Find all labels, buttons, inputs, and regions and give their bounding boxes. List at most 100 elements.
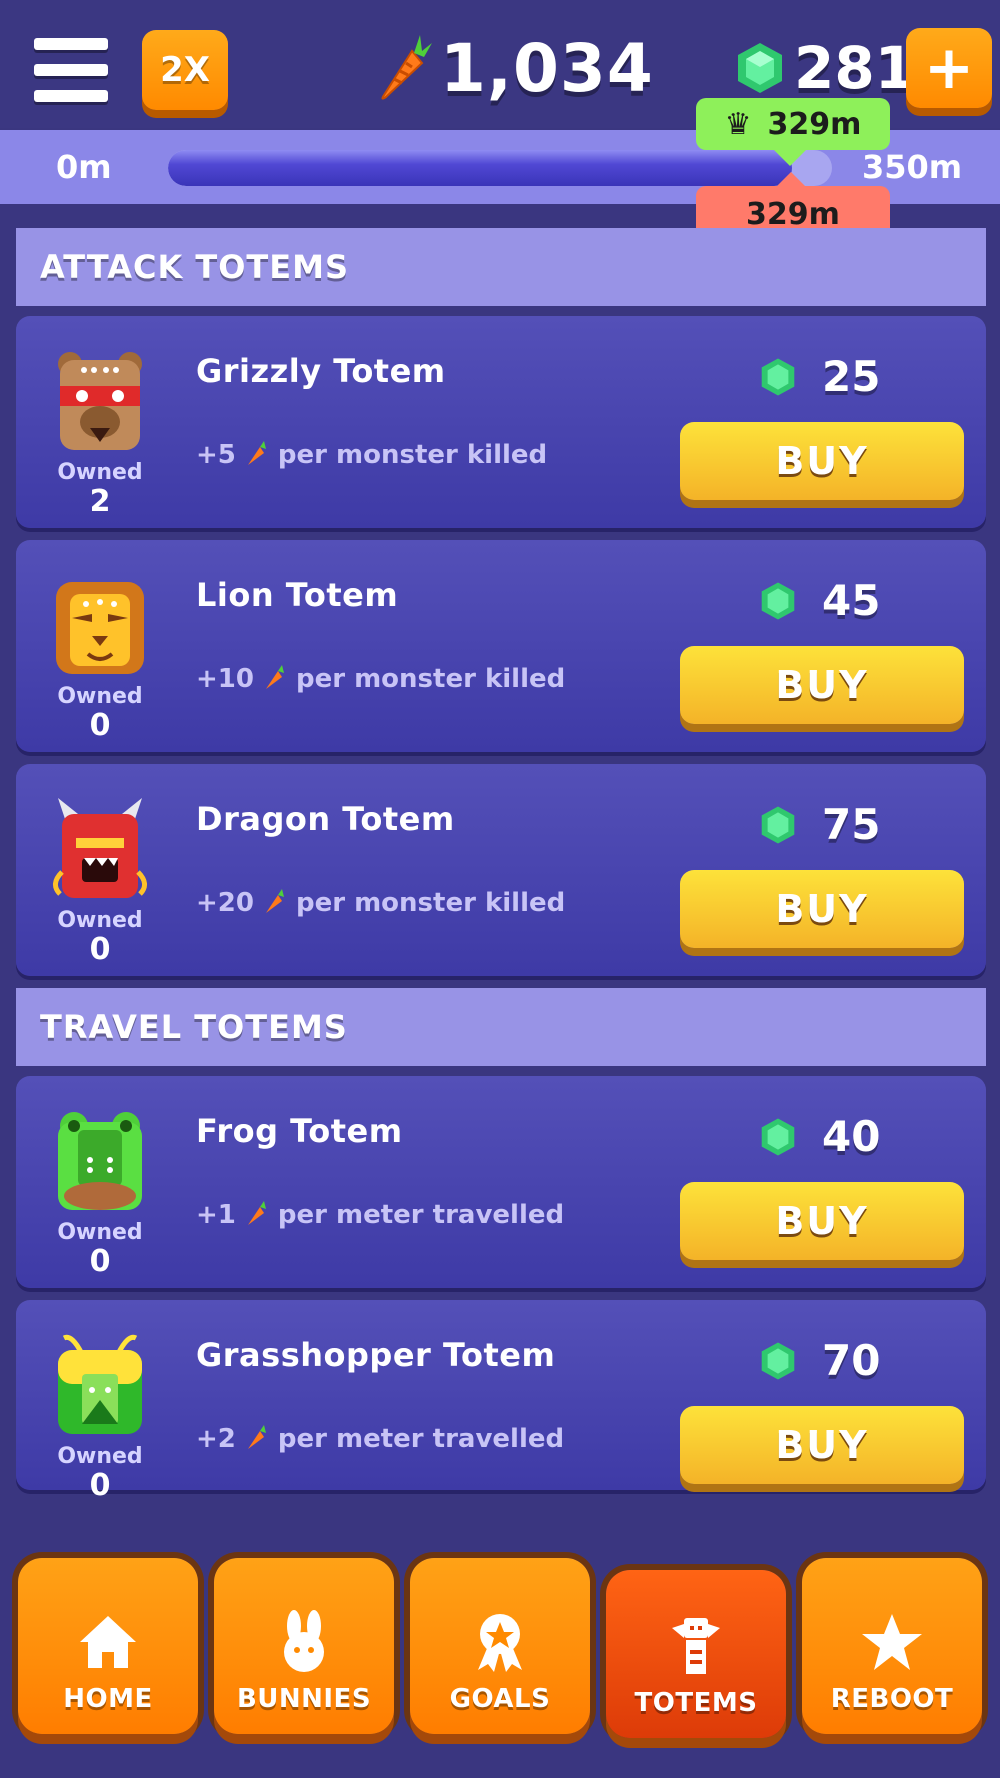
nav-label: GOALS [449, 1684, 551, 1714]
owned-count: 0 [89, 708, 111, 743]
travel-totems-header: TRAVEL TOTEMS [16, 988, 986, 1066]
buy-button-dragon[interactable]: BUY [680, 870, 964, 948]
nav-label: HOME [63, 1684, 153, 1714]
price: 70 [760, 1336, 880, 1385]
totem-name: Grizzly Totem [196, 352, 446, 390]
add-gems-button[interactable]: + [906, 28, 992, 108]
lion-totem-icon [56, 582, 144, 674]
nav-bunnies[interactable]: BUNNIES [214, 1558, 394, 1734]
dragon-totem-icon [53, 798, 147, 898]
multiplier-button[interactable]: 2X [142, 30, 228, 110]
totem-card-lion: Owned 0 Lion Totem +10 per monster kille… [16, 540, 986, 752]
nav-label: TOTEMS [634, 1688, 758, 1718]
price-value: 45 [822, 576, 881, 625]
carrot-icon [265, 889, 284, 913]
bonus-text: per monster killed [277, 440, 548, 470]
price: 40 [760, 1112, 880, 1161]
frog-totem-icon [58, 1112, 142, 1210]
bonus-text: per meter travelled [277, 1200, 565, 1230]
totem-description: +20 per monster killed [196, 888, 565, 918]
owned-label: Owned [57, 908, 143, 933]
carrot-counter: 1,034 [372, 28, 654, 108]
carrot-count: 1,034 [440, 29, 654, 107]
nav-label: REBOOT [830, 1684, 954, 1714]
totem-name: Grasshopper Totem [196, 1336, 556, 1374]
owned-count: 2 [89, 484, 111, 519]
carrot-icon [381, 35, 432, 100]
totem-description: +5 per monster killed [196, 440, 547, 470]
best-distance-label: 329m [767, 106, 862, 142]
gem-icon [738, 43, 782, 93]
best-distance-marker: ♛ 329m [696, 98, 890, 166]
home-icon [80, 1616, 136, 1668]
gem-icon [761, 1341, 795, 1380]
gem-count: 281 [794, 34, 916, 102]
carrot-icon [247, 441, 266, 465]
price-value: 70 [822, 1336, 881, 1385]
nav-label: BUNNIES [236, 1684, 372, 1714]
bonus-amount: +1 [196, 1200, 236, 1230]
owned-label: Owned [57, 460, 143, 485]
totem-name: Dragon Totem [196, 800, 455, 838]
buy-button-grasshopper[interactable]: BUY [680, 1406, 964, 1484]
gem-icon [761, 1117, 795, 1156]
gem-icon [761, 805, 795, 844]
menu-button[interactable] [34, 38, 108, 102]
price-value: 75 [822, 800, 881, 849]
price: 45 [760, 576, 880, 625]
buy-button-frog[interactable]: BUY [680, 1182, 964, 1260]
nav-goals[interactable]: GOALS [410, 1558, 590, 1734]
owned-label: Owned [57, 1220, 143, 1245]
bonus-amount: +5 [196, 440, 236, 470]
owned-count: 0 [89, 1244, 111, 1279]
totem-description: +2 per meter travelled [196, 1424, 564, 1454]
owned-label: Owned [57, 1444, 143, 1469]
progress-end-label: 350m [862, 148, 963, 186]
bonus-text: per monster killed [295, 664, 566, 694]
crown-icon: ♛ [724, 106, 752, 142]
nav-reboot[interactable]: REBOOT [802, 1558, 982, 1734]
totem-description: +10 per monster killed [196, 664, 565, 694]
nav-home[interactable]: HOME [18, 1558, 198, 1734]
buy-button-lion[interactable]: BUY [680, 646, 964, 724]
bonus-amount: +20 [196, 888, 254, 918]
gem-icon [761, 581, 795, 620]
bunny-icon [284, 1610, 324, 1672]
owned-label: Owned [57, 684, 143, 709]
nav-totems[interactable]: TOTEMS [606, 1570, 786, 1738]
star-icon [862, 1614, 922, 1670]
hamburger-line [34, 38, 108, 50]
totem-card-grasshopper: Owned 0 Grasshopper Totem +2 per meter t… [16, 1300, 986, 1503]
bonus-text: per monster killed [295, 888, 566, 918]
owned-count: 0 [89, 932, 111, 967]
attack-totems-header: ATTACK TOTEMS [16, 228, 986, 306]
totem-card-grizzly: Owned 2 Grizzly Totem +5 per monster kil… [16, 316, 986, 528]
bonus-amount: +2 [196, 1424, 236, 1454]
bonus-amount: +10 [196, 664, 254, 694]
bonus-text: per meter travelled [277, 1424, 565, 1454]
carrot-icon [247, 1201, 266, 1225]
grasshopper-totem-icon [58, 1334, 142, 1434]
totem-name: Frog Totem [196, 1112, 403, 1150]
bottom-nav: HOME BUNNIES GOALS TOTEMS REBOOT [0, 1508, 1000, 1778]
owned-count: 0 [89, 1468, 111, 1503]
totem-card-frog: Owned 0 Frog Totem +1 per meter travelle… [16, 1076, 986, 1288]
totem-name: Lion Totem [196, 576, 399, 614]
carrot-icon [247, 1425, 266, 1449]
totem-card-dragon: Owned 0 Dragon Totem +20 per monster kil… [16, 764, 986, 976]
progress-track [168, 150, 832, 186]
price-value: 25 [822, 352, 881, 401]
hamburger-line [34, 64, 108, 76]
price: 25 [760, 352, 880, 401]
totem-icon [672, 1618, 720, 1674]
gem-icon [761, 357, 795, 396]
current-distance-label: 329m [746, 196, 840, 232]
totem-description: +1 per meter travelled [196, 1200, 564, 1230]
carrot-icon [265, 665, 284, 689]
price-value: 40 [822, 1112, 881, 1161]
grizzly-totem-icon [58, 352, 142, 450]
buy-button-grizzly[interactable]: BUY [680, 422, 964, 500]
hamburger-line [34, 90, 108, 102]
progress-fill [168, 150, 793, 186]
gem-counter: 281 [736, 30, 915, 106]
